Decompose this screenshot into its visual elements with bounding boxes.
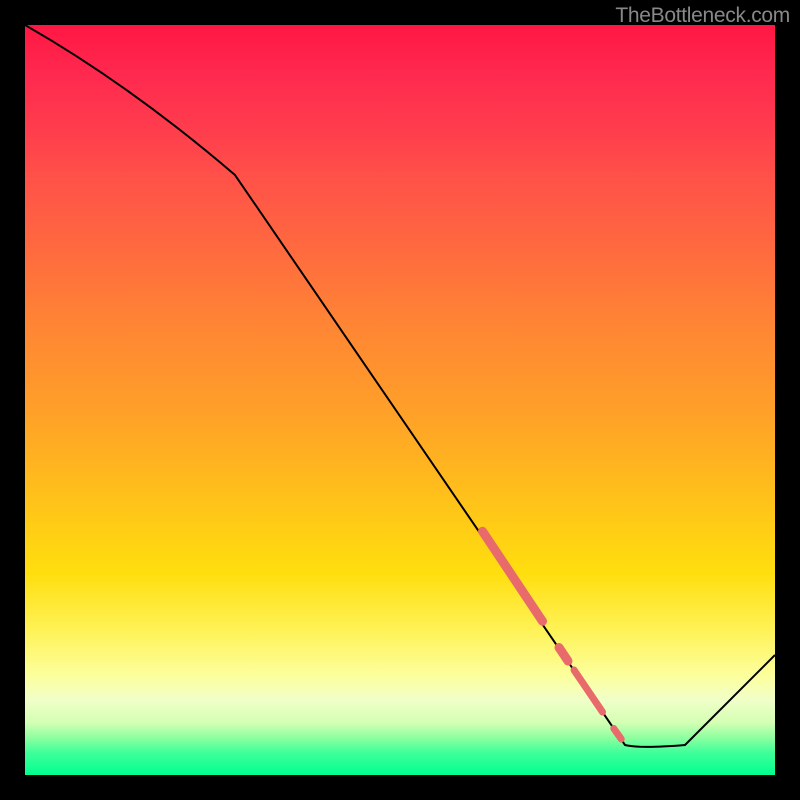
main-curve: [25, 25, 775, 747]
chart-container: TheBottleneck.com: [0, 0, 800, 800]
plot-gradient-area: [25, 25, 775, 775]
curve-path: [25, 25, 775, 747]
highlight-segment: [559, 648, 568, 662]
curve-svg: [25, 25, 775, 775]
highlight-segment: [614, 729, 622, 740]
highlight-segment: [483, 531, 543, 621]
highlight-segments: [483, 531, 622, 739]
watermark-text: TheBottleneck.com: [615, 4, 790, 28]
highlight-segment: [574, 670, 603, 712]
